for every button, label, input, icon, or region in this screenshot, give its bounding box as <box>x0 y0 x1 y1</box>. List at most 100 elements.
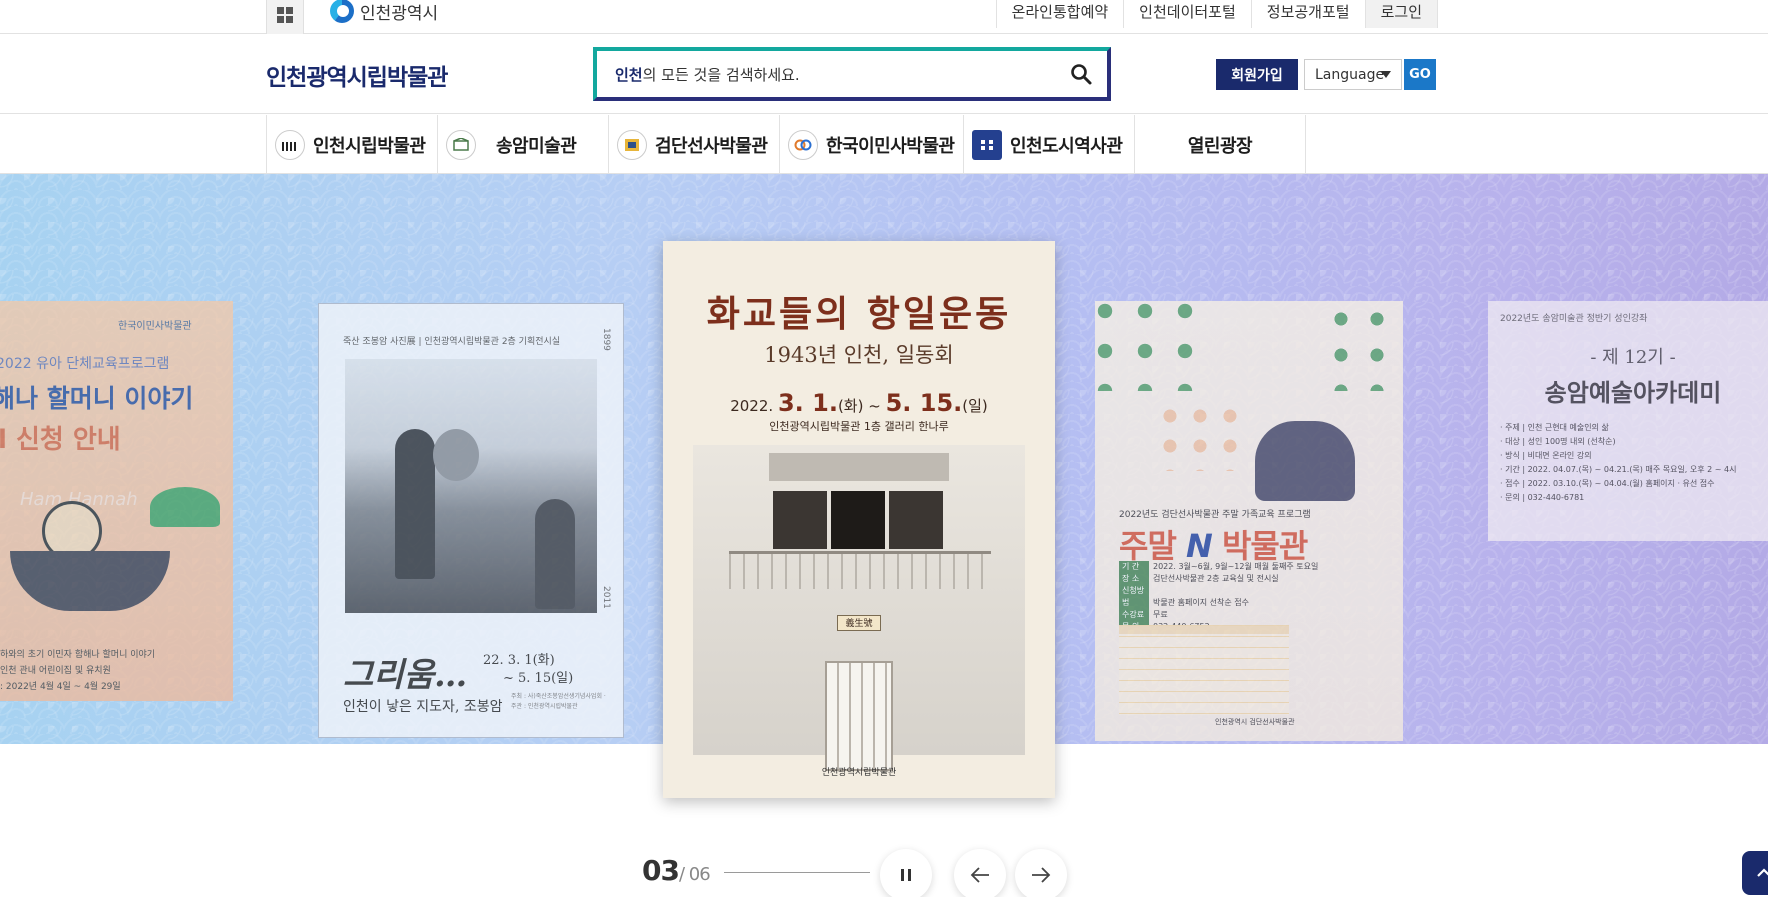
page: 인천광역시 온라인통합예약 인천데이터포털 정보공개포털 로그인 인천광역시립박… <box>0 0 1768 897</box>
detail-row: · 접수 | 2022. 03.10.(목) ~ 04.04.(월) 홈페이지 … <box>1500 479 1715 488</box>
search-box: 인천의 모든 것을 검색하세요. <box>593 47 1111 101</box>
title-part: 박물관 <box>1211 527 1308 565</box>
data-portal-link[interactable]: 인천데이터포털 <box>1123 0 1251 28</box>
slide-poster-1[interactable]: 한국이민사박물관 2022 유아 단체교육프로그램 해나 할머니 이야기 l 신… <box>0 301 233 701</box>
poster-title: l 신청 안내 <box>0 425 121 455</box>
login-link[interactable]: 로그인 <box>1364 0 1438 28</box>
detail-row: · 문의 | 032-440-6781 <box>1500 493 1585 502</box>
language-select[interactable]: Language <box>1304 59 1402 90</box>
slide-poster-2[interactable]: 죽산 조봉암 사진展 | 인천광역시립박물관 2층 기획전시실 1899 201… <box>318 303 624 738</box>
nav-item-urban-history[interactable]: 인천도시역사관 <box>964 115 1135 174</box>
search-button[interactable] <box>1069 62 1093 86</box>
date-part: (일) <box>962 397 988 415</box>
poster-year: 1899 <box>601 328 611 351</box>
slider-controls: 03/ 06 <box>0 849 1768 897</box>
detail-row: 수강료 무료 <box>1119 609 1318 621</box>
poster-date: 22. 3. 1(화) <box>483 653 555 668</box>
search-input[interactable] <box>611 51 1051 97</box>
city-museum-icon <box>275 129 305 160</box>
date-part: 2022. <box>730 397 774 415</box>
building-balcony <box>729 551 991 589</box>
poster-line: : 2022년 4월 4일 ~ 4월 29일 <box>0 682 121 692</box>
poster-line: 하와의 초기 이민자 함해나 할머니 이야기 <box>0 650 156 660</box>
detail-value: 검단선사박물관 2층 교육실 및 전시실 <box>1153 574 1279 583</box>
nav-label: 열린광장 <box>1187 135 1253 157</box>
detail-value: 2022. 3월~6월, 9월~12월 매월 둘째주 토요일 <box>1153 562 1319 571</box>
incheon-logo-icon <box>330 0 354 23</box>
geomdan-prehistory-icon <box>617 129 647 160</box>
all-menu-button[interactable] <box>266 0 304 34</box>
detail-label: 신청방법 <box>1119 585 1149 609</box>
city-name: 인천광역시 <box>360 3 439 24</box>
nav-label: 인천시립박물관 <box>313 135 426 157</box>
info-portal-link[interactable]: 정보공개포털 <box>1250 0 1365 28</box>
utility-links: 온라인통합예약 인천데이터포털 정보공개포털 로그인 <box>995 0 1438 34</box>
nav-item-open-plaza[interactable]: 열린광장 <box>1135 115 1306 174</box>
poster-line: 인천 관내 어린이집 및 유치원 <box>0 666 111 676</box>
detail-row: · 기간 | 2022. 04.07.(목) ~ 04.21.(목) 매주 목요… <box>1500 465 1737 474</box>
city-logo-link[interactable]: 인천광역시 <box>330 0 438 26</box>
building-window <box>831 491 885 549</box>
slide-poster-3-active[interactable]: 화교들의 항일운동 1943년 인천, 일동회 2022. 3. 1.(화) ~… <box>663 241 1055 798</box>
utility-bar: 인천광역시 온라인통합예약 인천데이터포털 정보공개포털 로그인 <box>0 0 1768 34</box>
main-nav: 인천시립박물관 송암미술관 검단선사박물관 한국이민사박물관 인천도시역사관 열… <box>0 115 1768 174</box>
songam-art-icon <box>446 129 476 160</box>
poster-header: 2022년도 송암미술관 정반기 성인강좌 <box>1500 314 1648 324</box>
building-window <box>889 491 943 549</box>
title-part: N <box>1186 527 1213 565</box>
pause-button[interactable] <box>880 849 932 897</box>
poster-photo <box>345 359 597 613</box>
boat-illustration <box>10 551 170 611</box>
poster-year: 2011 <box>601 586 611 609</box>
poster-title: 해나 할머니 이야기 <box>0 384 194 413</box>
poster-footer: 인천광역시 검단선사박물관 <box>1215 718 1295 726</box>
detail-row: · 주제 | 인천 근현대 예술인의 삶 <box>1500 423 1609 432</box>
join-button[interactable]: 회원가입 <box>1216 59 1298 90</box>
poster-details: 하와의 초기 이민자 함해나 할머니 이야기인천 관내 어린이집 및 유치원 : … <box>0 647 155 695</box>
slide-poster-4[interactable]: 2022년도 검단선사박물관 주말 가족교육 프로그램 주말 N 박물관 기 간… <box>1095 301 1403 741</box>
palm-tree-illustration <box>150 487 220 527</box>
pause-icon <box>901 869 911 881</box>
building-roof <box>769 453 949 481</box>
poster-title: 화교들의 항일운동 <box>706 294 1012 335</box>
nav-label: 인천도시역사관 <box>1010 135 1123 157</box>
poster-org: 한국이민사박물관 <box>118 321 192 332</box>
nav-label: 송암미술관 <box>496 135 577 157</box>
urban-history-icon <box>972 129 1002 160</box>
detail-row: 기 간 2022. 3월~6월, 9월~12월 매월 둘째주 토요일 <box>1119 561 1318 573</box>
poster-footer: 인천광역시립박물관 <box>821 768 897 778</box>
poster-dates: 2022. 3. 1.(화) ~ 5. 15.(일) <box>663 389 1055 417</box>
slide-poster-5[interactable]: 2022년도 송암미술관 정반기 성인강좌 - 제 12기 - 송암예술아카데미… <box>1488 301 1768 541</box>
site-title[interactable]: 인천광역시립박물관 <box>266 58 448 92</box>
leaves-illustration <box>1095 301 1205 391</box>
poster-line: 2022년도 검단선사박물관 주말 가족교육 프로그램 <box>1119 510 1311 520</box>
elephant-illustration <box>1255 421 1355 501</box>
nav-label: 검단선사박물관 <box>655 135 768 157</box>
detail-label: 장 소 <box>1119 573 1149 585</box>
nav-item-songam-art[interactable]: 송암미술관 <box>438 115 609 174</box>
slide-current: 03 <box>642 854 680 887</box>
chevron-up-icon <box>1757 868 1768 877</box>
prev-slide-button[interactable] <box>954 849 1006 897</box>
next-slide-button[interactable] <box>1015 849 1067 897</box>
go-button[interactable]: GO <box>1404 59 1436 90</box>
poster-subtitle: 인천이 낳은 지도자, 조봉암 <box>343 699 503 715</box>
detail-row: · 방식 | 비대면 온라인 강의 <box>1500 451 1592 460</box>
schedule-table <box>1119 625 1289 715</box>
header: 인천광역시립박물관 인천의 모든 것을 검색하세요. 회원가입 Language… <box>0 34 1768 114</box>
leaves-illustration <box>1323 301 1403 391</box>
slide-progress-bar <box>724 872 870 873</box>
building-door <box>825 661 893 771</box>
nav-item-geomdan-prehistory[interactable]: 검단선사박물관 <box>609 115 780 174</box>
online-reservation-link[interactable]: 온라인통합예약 <box>995 0 1124 28</box>
nav-item-immigration[interactable]: 한국이민사박물관 <box>780 115 964 174</box>
poster-place: 인천광역시립박물관 1층 갤러리 한나루 <box>769 420 949 433</box>
scroll-top-button[interactable] <box>1742 851 1768 895</box>
language-label: Language <box>1315 66 1385 83</box>
nav-item-city-museum[interactable]: 인천시립박물관 <box>267 115 438 174</box>
detail-row: · 대상 | 성인 100명 내외 (선착순) <box>1500 437 1616 446</box>
arrow-right-icon <box>1032 867 1051 883</box>
building-sign: 義生號 <box>837 615 881 631</box>
detail-row: 장 소 검단선사박물관 2층 교육실 및 전시실 <box>1119 573 1318 585</box>
slide-total: / 06 <box>678 864 711 885</box>
